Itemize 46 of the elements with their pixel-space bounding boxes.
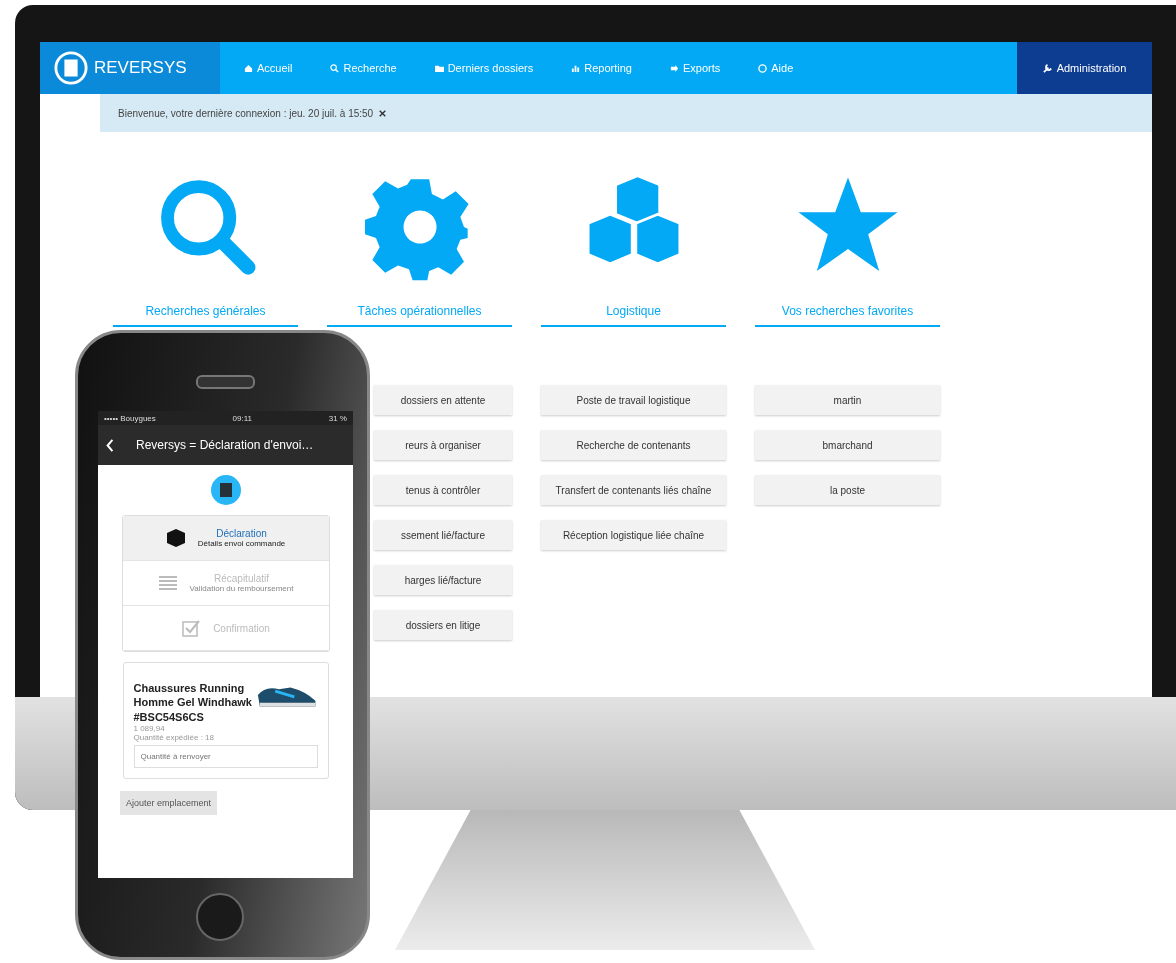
step-title: Confirmation <box>213 622 270 634</box>
time-text: 09:11 <box>232 413 252 423</box>
shortcut-button[interactable]: la poste <box>755 475 940 505</box>
header-title: Reversys = Déclaration d'envoi… <box>136 438 314 452</box>
speaker-drawing <box>196 375 255 389</box>
logo-icon <box>210 475 241 505</box>
battery-text: 31 % <box>328 413 347 423</box>
step-item[interactable]: Déclaration Détails envoi commande <box>122 516 329 561</box>
step-title: Déclaration <box>216 528 267 539</box>
shortcut-button[interactable]: ssement lié/facture <box>374 520 512 550</box>
logo-text: REVERSYS <box>94 58 187 78</box>
wrench-icon <box>1042 63 1052 73</box>
step-subtitle: Validation du remboursement <box>189 584 294 593</box>
logo-icon <box>54 51 88 85</box>
shortcut-button[interactable]: Transfert de contenants liés chaîne <box>541 475 726 505</box>
step-title: Récapitulatif <box>213 573 269 584</box>
shortcut-button[interactable]: martin <box>755 385 940 415</box>
shortcut-button[interactable]: Réception logistique liée chaîne <box>541 520 726 550</box>
quantity-input[interactable]: Quantité à renvoyer <box>133 744 318 768</box>
shortcut-button[interactable]: tenus à contrôler <box>374 475 512 505</box>
checkbox-icon <box>181 618 202 638</box>
folder-icon <box>434 63 444 73</box>
home-icon <box>244 63 253 73</box>
shortcut-button[interactable]: Recherche de contenants <box>541 430 726 460</box>
add-location-button[interactable]: Ajouter emplacement <box>120 790 218 815</box>
carrier-text: ••••• Bouygues <box>104 413 156 423</box>
shortcut-button[interactable]: bmarchand <box>755 430 940 460</box>
close-icon[interactable] <box>379 109 387 117</box>
shortcut-button[interactable]: harges lié/facture <box>374 565 512 595</box>
shipped-quantity: Quantité expédiée : 18 <box>133 732 215 742</box>
shortcut-button[interactable]: Poste de travail logistique <box>541 385 726 415</box>
administration-link[interactable]: Administration <box>1017 42 1152 94</box>
export-icon <box>669 63 679 73</box>
chart-icon <box>571 63 581 73</box>
search-icon <box>330 63 340 73</box>
product-price: 1 089,94 <box>133 723 166 733</box>
shortcut-button[interactable]: reurs à organiser <box>374 430 512 460</box>
logo[interactable]: REVERSYS <box>40 42 220 94</box>
step-subtitle: Détails envoi commande <box>197 539 286 548</box>
welcome-text: Bienvenue, votre dernière connexion : jeu. 20 juil. à 15:50 <box>118 107 374 119</box>
product-name: Chaussures Running Homme Gel Windhawk #BSC54S6CS <box>133 681 253 724</box>
shortcut-button[interactable]: dossiers en litige <box>374 610 512 640</box>
home-button[interactable] <box>196 893 244 941</box>
list-icon <box>157 573 178 593</box>
back-icon[interactable] <box>106 438 114 452</box>
shortcut-button[interactable]: dossiers en attente <box>374 385 512 415</box>
